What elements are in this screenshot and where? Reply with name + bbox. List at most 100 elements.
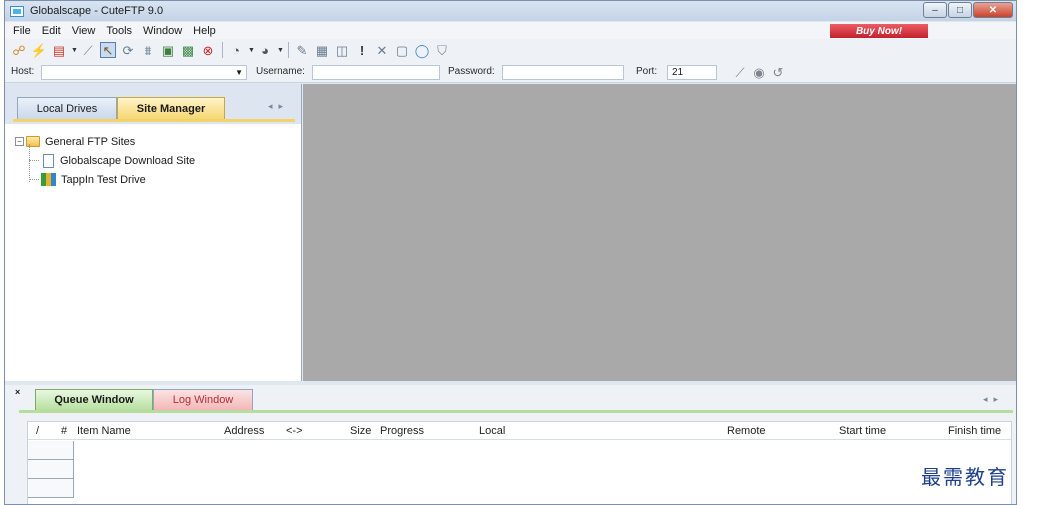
- caption-buttons: – □ ✕: [922, 2, 1013, 18]
- connection-bar: Host: ▼ Username: Password: Port: 21 ⟋ ◉…: [5, 61, 1016, 83]
- tab-local-drives[interactable]: Local Drives: [17, 97, 117, 119]
- chevron-down-icon[interactable]: ▼: [235, 66, 243, 79]
- refresh-icon[interactable]: ⟳: [120, 42, 136, 58]
- host-input[interactable]: ▼: [41, 65, 247, 80]
- column-sort[interactable]: /: [36, 425, 39, 437]
- chevron-down-icon[interactable]: ▼: [248, 47, 255, 54]
- connect-icon[interactable]: ⟋: [732, 64, 748, 80]
- reconnect-icon[interactable]: ◯: [414, 42, 430, 58]
- tree-item-tappin-test-drive[interactable]: TappIn Test Drive: [15, 170, 195, 189]
- table-row[interactable]: [28, 441, 74, 460]
- host-label: Host:: [11, 66, 35, 77]
- tree-item-general-ftp-sites[interactable]: − General FTP Sites: [15, 132, 195, 151]
- port-label: Port:: [636, 66, 658, 77]
- menu-file[interactable]: File: [13, 25, 31, 37]
- left-tab-strip: Local Drives Site Manager ◂▸: [5, 84, 301, 124]
- chevron-down-icon[interactable]: ▼: [71, 47, 78, 54]
- connection-icons: ⟋ ◉ ↺: [732, 64, 789, 80]
- table-row[interactable]: [28, 479, 74, 498]
- column-number[interactable]: #: [61, 425, 67, 437]
- mdi-workspace: [303, 84, 1016, 381]
- forward-icon[interactable]: ◕: [257, 42, 273, 58]
- new-file-icon[interactable]: ▢: [394, 42, 410, 58]
- column-local[interactable]: Local: [479, 425, 505, 437]
- collapse-icon[interactable]: −: [15, 137, 24, 146]
- password-input[interactable]: [502, 65, 624, 80]
- port-input[interactable]: 21: [667, 65, 717, 80]
- select-icon[interactable]: ↖: [100, 42, 116, 58]
- column-start-time[interactable]: Start time: [839, 425, 886, 437]
- window-title: Globalscape - CuteFTP 9.0: [30, 5, 164, 17]
- menu-edit[interactable]: Edit: [42, 25, 61, 37]
- minimize-button[interactable]: –: [923, 2, 947, 18]
- quick-connect-icon[interactable]: ⚡: [31, 42, 47, 58]
- open-icon[interactable]: ◫: [334, 42, 350, 58]
- column-address[interactable]: Address: [224, 425, 264, 437]
- tab-scroll-arrows-icon[interactable]: ◂▸: [983, 394, 1004, 405]
- menu-help[interactable]: Help: [193, 25, 216, 37]
- tree-item-label: TappIn Test Drive: [61, 173, 146, 186]
- table-row[interactable]: [28, 460, 74, 479]
- queue-table-header: / # Item Name Address <-> Size Progress …: [28, 422, 1011, 440]
- maximize-button[interactable]: □: [948, 2, 972, 18]
- toolbar-separator: [222, 42, 223, 58]
- tree-item-globalscape-download-site[interactable]: Globalscape Download Site: [15, 151, 195, 170]
- cuteftp-app-icon: [10, 5, 24, 17]
- menu-tools[interactable]: Tools: [106, 25, 132, 37]
- queue-table: / # Item Name Address <-> Size Progress …: [27, 421, 1012, 504]
- app-window: Globalscape - CuteFTP 9.0 – □ ✕ File Edi…: [4, 0, 1017, 505]
- reconnect-icon[interactable]: ↺: [770, 64, 786, 80]
- tree-connector: [29, 179, 39, 180]
- column-finish-time[interactable]: Finish time: [948, 425, 1001, 437]
- column-size[interactable]: Size: [350, 425, 371, 437]
- active-tab-underline: [19, 410, 1013, 413]
- log-icon[interactable]: ▦: [314, 42, 330, 58]
- active-tab-underline: [13, 119, 295, 122]
- username-label: Username:: [256, 66, 305, 77]
- menu-bar: File Edit View Tools Window Help Buy Now…: [5, 22, 1016, 39]
- column-progress[interactable]: Progress: [380, 425, 424, 437]
- menu-window[interactable]: Window: [143, 25, 182, 37]
- column-direction[interactable]: <->: [286, 425, 303, 437]
- pin-icon[interactable]: ×: [15, 387, 20, 397]
- page-margin: [1017, 0, 1041, 505]
- site-properties-icon[interactable]: ▣: [160, 42, 176, 58]
- stop-icon[interactable]: ◉: [751, 64, 767, 80]
- tab-scroll-arrows-icon[interactable]: ◂▸: [268, 101, 289, 112]
- stop-icon[interactable]: ⊗: [200, 42, 216, 58]
- title-bar: Globalscape - CuteFTP 9.0 – □ ✕: [5, 1, 1016, 21]
- main-toolbar: ☍ ⚡ ▤ ▼ ⟋ ↖ ⟳ ⩩ ▣ ▩ ⊗ ◔ ▼ ◕ ▼ ✎ ▦ ◫ ! ✕ …: [5, 39, 1016, 61]
- tab-site-manager[interactable]: Site Manager: [117, 97, 225, 119]
- tree-connector: [29, 144, 30, 182]
- tree-item-label: Globalscape Download Site: [60, 154, 196, 167]
- delete-icon[interactable]: ✕: [374, 42, 390, 58]
- tree-connector: [29, 160, 39, 161]
- chevron-down-icon[interactable]: ▼: [277, 47, 284, 54]
- alert-icon[interactable]: !: [354, 42, 370, 58]
- tappin-drive-icon: [41, 173, 56, 186]
- menu-view[interactable]: View: [72, 25, 96, 37]
- disconnect-icon[interactable]: ⟋: [80, 42, 96, 58]
- new-site-icon[interactable]: ▤: [51, 42, 67, 58]
- transfer-icon[interactable]: ▩: [180, 42, 196, 58]
- filter-icon[interactable]: ⩩: [140, 42, 156, 58]
- close-button[interactable]: ✕: [973, 2, 1013, 18]
- column-item-name[interactable]: Item Name: [77, 425, 131, 437]
- password-label: Password:: [448, 66, 495, 77]
- buy-now-button[interactable]: Buy Now!: [830, 24, 928, 38]
- connect-icon[interactable]: ☍: [11, 42, 27, 58]
- toolbar-separator: [288, 42, 289, 58]
- shield-icon[interactable]: ⛉: [434, 42, 450, 58]
- tab-queue-window[interactable]: Queue Window: [35, 389, 153, 410]
- site-page-icon: [43, 153, 54, 168]
- column-remote[interactable]: Remote: [727, 425, 766, 437]
- back-icon[interactable]: ◔: [228, 42, 244, 58]
- site-tree: − General FTP Sites Globalscape Download…: [15, 132, 195, 189]
- watermark-text: 最需教育: [921, 465, 1009, 489]
- username-input[interactable]: [312, 65, 440, 80]
- site-manager-panel: Local Drives Site Manager ◂▸ − General F…: [5, 84, 302, 381]
- queue-panel: × Queue Window Log Window ◂▸ / # Item Na…: [5, 385, 1016, 504]
- edit-icon[interactable]: ✎: [294, 42, 310, 58]
- tab-log-window[interactable]: Log Window: [153, 389, 253, 410]
- tree-item-label: General FTP Sites: [45, 135, 136, 148]
